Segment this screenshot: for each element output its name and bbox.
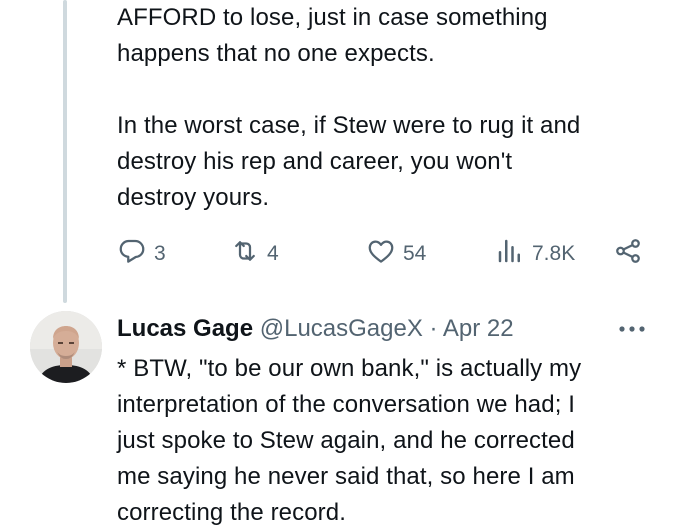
tweet-body: AFFORD to lose, just in case something h… <box>117 0 654 216</box>
reply-count: 3 <box>154 242 166 265</box>
reply-button[interactable]: 3 <box>117 232 166 276</box>
reply-tweet-header: Lucas Gage @LucasGageX · Apr 22 <box>117 311 654 347</box>
like-count: 54 <box>403 242 427 265</box>
retweet-count: 4 <box>267 242 279 265</box>
reply-icon <box>117 236 147 272</box>
like-icon <box>366 236 396 272</box>
views-icon <box>495 236 525 272</box>
retweet-icon <box>230 236 260 272</box>
tweet-date[interactable]: Apr 22 <box>443 315 514 342</box>
views-button[interactable]: 7.8K <box>495 232 575 276</box>
tweet-line: destroy his rep and career, you won't <box>117 148 513 175</box>
tweet-line: interpretation of the conversation we ha… <box>117 391 576 418</box>
retweet-button[interactable]: 4 <box>230 232 279 276</box>
tweet-line: * BTW, "to be our own bank," is actually… <box>117 355 582 382</box>
avatar[interactable] <box>30 311 102 383</box>
author-name[interactable]: Lucas Gage <box>117 315 253 342</box>
tweet-line: just spoke to Stew again, and he correct… <box>117 427 575 454</box>
share-icon <box>613 236 643 272</box>
avatar-photo <box>30 311 102 383</box>
thread-connector-line <box>63 0 67 303</box>
reply-tweet-body: * BTW, "to be our own bank," is actually… <box>117 351 654 531</box>
like-button[interactable]: 54 <box>366 232 426 276</box>
author-handle[interactable]: @LucasGageX <box>260 315 423 342</box>
more-options-button[interactable] <box>614 314 650 344</box>
tweet-line: happens that no one expects. <box>117 40 435 67</box>
separator-dot: · <box>429 315 438 342</box>
views-count: 7.8K <box>532 242 576 265</box>
share-button[interactable] <box>613 232 643 276</box>
tweet-line: me saying he never said that, so here I … <box>117 463 575 490</box>
tweet-line: destroy yours. <box>117 184 270 211</box>
tweet-line: In the worst case, if Stew were to rug i… <box>117 112 581 139</box>
tweet-action-bar: 3 4 54 7.8K <box>117 232 647 276</box>
more-icon <box>618 320 646 338</box>
tweet-line: AFFORD to lose, just in case something <box>117 4 548 31</box>
tweet-line: correcting the record. <box>117 499 346 526</box>
